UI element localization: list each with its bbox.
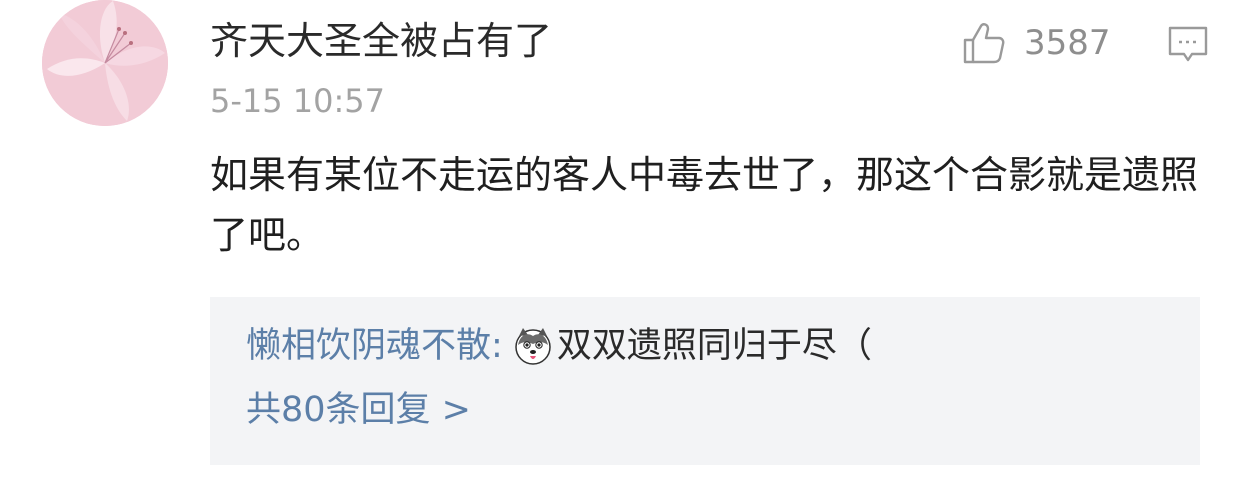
replies-preview[interactable]: 懒相饮阴魂不散 : 双双遗照同归于尽（ 共80条回复 > <box>210 297 1200 465</box>
username[interactable]: 齐天大圣全被占有了 <box>210 16 552 66</box>
like-button[interactable]: 3587 <box>962 20 1111 66</box>
comment-text: 如果有某位不走运的客人中毒去世了，那这个合影就是遗照了吧。 <box>210 153 1199 257</box>
avatar[interactable] <box>42 0 168 126</box>
comment-item: 齐天大圣全被占有了 5-15 10:57 3587 如果有某位不走运的客人中毒去… <box>0 0 1242 490</box>
reply-text: 双双遗照同归于尽（ <box>556 326 872 366</box>
thumbs-up-icon <box>963 23 1005 64</box>
reply-author[interactable]: 懒相饮阴魂不散 <box>246 321 491 371</box>
reply-item: 懒相饮阴魂不散 : 双双遗照同归于尽（ <box>246 321 872 371</box>
timestamp: 5-15 10:57 <box>210 82 386 120</box>
reply-colon: : <box>491 326 503 366</box>
lily-flower-icon <box>42 0 168 126</box>
view-all-replies-link[interactable]: 共80条回复 > <box>246 385 471 435</box>
reply-button[interactable] <box>1166 22 1210 66</box>
like-count: 3587 <box>1024 23 1111 63</box>
comment-bubble-icon <box>1168 26 1208 62</box>
husky-dog-emoji-icon <box>515 328 551 365</box>
